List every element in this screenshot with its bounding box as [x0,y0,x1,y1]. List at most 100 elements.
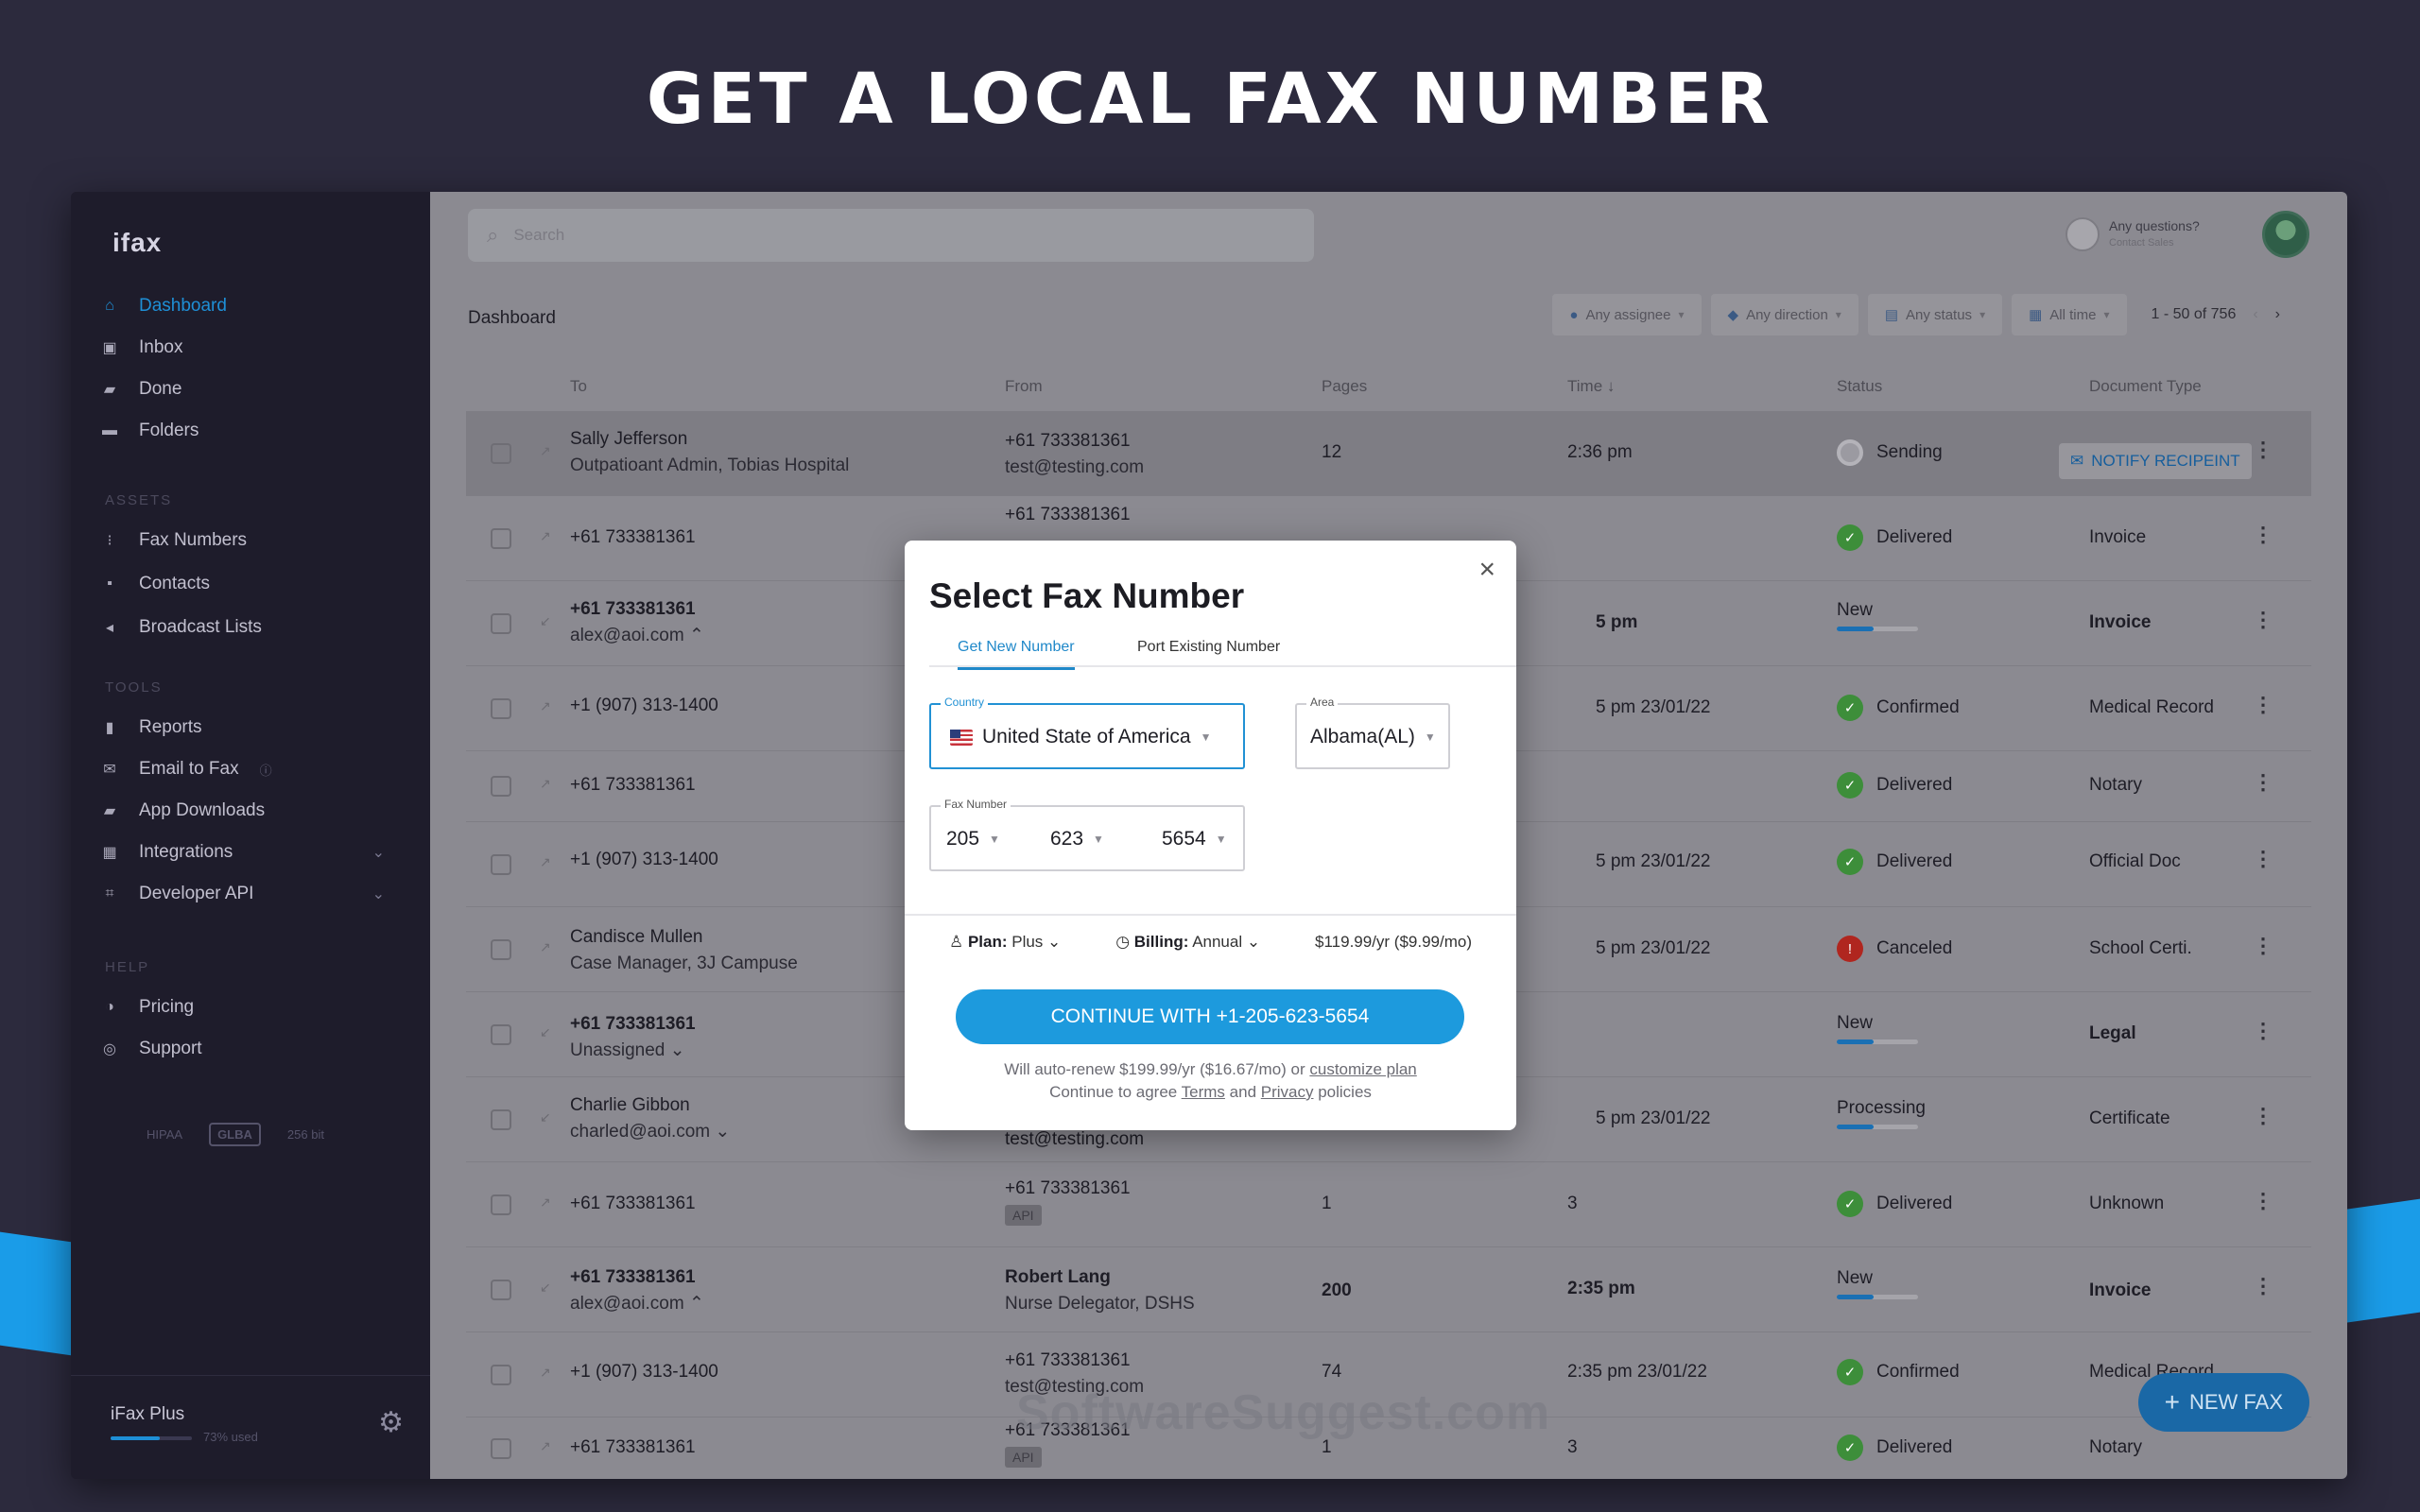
hero-title: GET A LOCAL FAX NUMBER [646,59,1774,140]
sending-icon [1837,439,1863,466]
chevron-right-icon[interactable]: › [2275,306,2280,323]
filter-assignee[interactable]: ● Any assignee ▾ [1552,294,1702,335]
row-checkbox[interactable] [491,939,511,960]
row-checkbox[interactable] [491,528,511,549]
row-checkbox[interactable] [491,1109,511,1130]
more-icon[interactable]: ⋮ [2253,1019,2273,1043]
more-icon[interactable]: ⋮ [2253,608,2273,632]
fax-line-select[interactable]: 5654 ▼ [1162,828,1227,850]
row-checkbox[interactable] [491,1194,511,1215]
sidebar-item-support[interactable]: ◎ Support [101,1039,202,1059]
row-checkbox[interactable] [491,1024,511,1045]
close-icon[interactable]: × [1478,554,1495,586]
country-select[interactable]: Country United State of America ▼ [929,696,1245,769]
table-row[interactable]: ↗ +61 733381361 +61 733381361 API 1 3 ✓ De… [466,1162,2311,1247]
fax-area-code-select[interactable]: 205 ▼ [946,828,1000,850]
tab-port-existing-number[interactable]: Port Existing Number [1137,639,1280,667]
row-checkbox[interactable] [491,613,511,634]
outgoing-arrow-icon: ↗ [540,443,551,458]
sidebar-item-email-to-fax[interactable]: ✉ Email to Fax ⓘ [101,759,272,780]
column-to[interactable]: To [570,377,587,396]
sidebar-item-app-downloads[interactable]: ▰ App Downloads [101,800,265,821]
more-icon[interactable]: ⋮ [2253,934,2273,958]
row-checkbox[interactable] [491,1438,511,1459]
row-checkbox[interactable] [491,776,511,797]
sidebar-item-reports[interactable]: ▮ Reports [101,717,202,738]
column-document-type[interactable]: Document Type [2089,377,2202,396]
row-checkbox[interactable] [491,443,511,464]
sidebar-item-contacts[interactable]: ▪ Contacts [101,574,210,594]
incoming-arrow-icon: ↙ [540,1280,551,1295]
column-pages[interactable]: Pages [1322,377,1367,396]
watermark: SoftwareSuggest.com [1016,1385,1551,1440]
terms-link[interactable]: Terms [1182,1083,1225,1101]
plan-name[interactable]: iFax Plus [111,1404,184,1425]
row-checkbox[interactable] [491,1280,511,1300]
filter-direction[interactable]: ◆ Any direction ▾ [1710,294,1858,335]
ssl-badge: 256 bit [286,1127,324,1142]
gear-icon[interactable]: ⚙ [378,1406,404,1439]
status-badge: ✓ Delivered [1837,849,1952,875]
continue-button[interactable]: CONTINUE WITH +1-205-623-5654 [956,989,1464,1044]
more-icon[interactable]: ⋮ [2253,770,2273,795]
sidebar-item-pricing[interactable]: ◑ Pricing [101,997,194,1018]
filter-status[interactable]: ▤ Any status ▾ [1867,294,2003,335]
row-checkbox[interactable] [491,854,511,875]
hipaa-badge: HIPAA [147,1127,183,1142]
home-icon: ⌂ [105,298,114,314]
table-row[interactable]: ↙ +61 733381361 alex@aoi.com ⌃ Robert Lan… [466,1247,2311,1332]
fax-prefix-select[interactable]: 623 ▼ [1050,828,1104,850]
user-avatar[interactable] [2262,211,2309,258]
assets-section-label: ASSETS [105,492,173,508]
more-icon[interactable]: ⋮ [2253,523,2273,547]
column-time[interactable]: Time ↓ [1567,377,1615,396]
sidebar-item-folders[interactable]: ▬ Folders [101,421,199,441]
filter-time[interactable]: ▦ All time ▾ [2012,294,2127,335]
plan-select[interactable]: ♙ Plan: Plus ⌄ [949,933,1061,952]
status-icon: ▤ [1884,307,1899,323]
row-checkbox[interactable] [491,1365,511,1385]
ifax-logo[interactable]: ifax [112,228,162,258]
more-icon[interactable]: ⋮ [2253,1189,2273,1213]
billing-select[interactable]: ◷ Billing: Annual ⌄ [1115,933,1260,952]
check-icon: ✓ [1837,695,1863,721]
column-from[interactable]: From [1005,377,1043,396]
topbar: ⌕ Search Any questions? Contact Sales [430,192,2347,275]
sidebar-item-broadcast-lists[interactable]: ◂ Broadcast Lists [101,617,262,638]
incoming-arrow-icon: ↙ [540,613,551,628]
notify-recipient-button[interactable]: ✉ NOTIFY RECIPEINT [2059,443,2252,479]
status-badge: ✓ Confirmed [1837,695,1960,721]
filter-bar: ● Any assignee ▾ ◆ Any direction ▾ ▤ Any… [1552,294,2295,335]
sidebar-item-integrations[interactable]: ▦ Integrations ⌄ [101,842,413,863]
customize-plan-link[interactable]: customize plan [1309,1060,1416,1078]
sidebar-item-developer-api[interactable]: ⌗ Developer API ⌄ [101,884,413,904]
more-icon[interactable]: ⋮ [2253,1274,2273,1298]
sidebar-item-fax-numbers[interactable]: ⁝ Fax Numbers [101,530,247,551]
column-status[interactable]: Status [1837,377,1882,396]
more-icon[interactable]: ⋮ [2253,693,2273,717]
sidebar-item-inbox[interactable]: ▣ Inbox [101,337,182,358]
sidebar-item-done[interactable]: ▰ Done [101,379,182,400]
search-icon: ⌕ [487,223,499,247]
row-checkbox[interactable] [491,698,511,719]
more-icon[interactable]: ⋮ [2253,847,2273,871]
info-icon[interactable]: ⓘ [260,761,272,779]
tab-get-new-number[interactable]: Get New Number [958,639,1075,670]
privacy-link[interactable]: Privacy [1261,1083,1314,1101]
modal-title: Select Fax Number [929,576,1245,615]
contact-sales[interactable]: Any questions? Contact Sales [2066,211,2236,258]
table-row[interactable]: ↗ Sally Jefferson Outpatioant Admin, Tobi… [466,411,2311,496]
search-input[interactable]: ⌕ Search [468,209,1314,262]
chevron-down-icon: ▼ [1424,730,1436,744]
chevron-down-icon: ⌄ [372,845,385,861]
more-icon[interactable]: ⋮ [2253,438,2273,462]
more-icon[interactable]: ⋮ [2253,1104,2273,1128]
chevron-down-icon: ▾ [1678,308,1685,321]
area-select[interactable]: Area Albama(AL) ▼ [1295,696,1450,769]
us-flag-icon [950,729,973,746]
chevron-left-icon[interactable]: ‹ [2253,306,2257,323]
check-icon: ✓ [1837,772,1863,799]
sidebar-item-dashboard[interactable]: ⌂ Dashboard [101,296,227,317]
new-fax-button[interactable]: + NEW FAX [2137,1373,2309,1432]
modal-tabs: Get New Number Port Existing Number [929,627,1516,670]
